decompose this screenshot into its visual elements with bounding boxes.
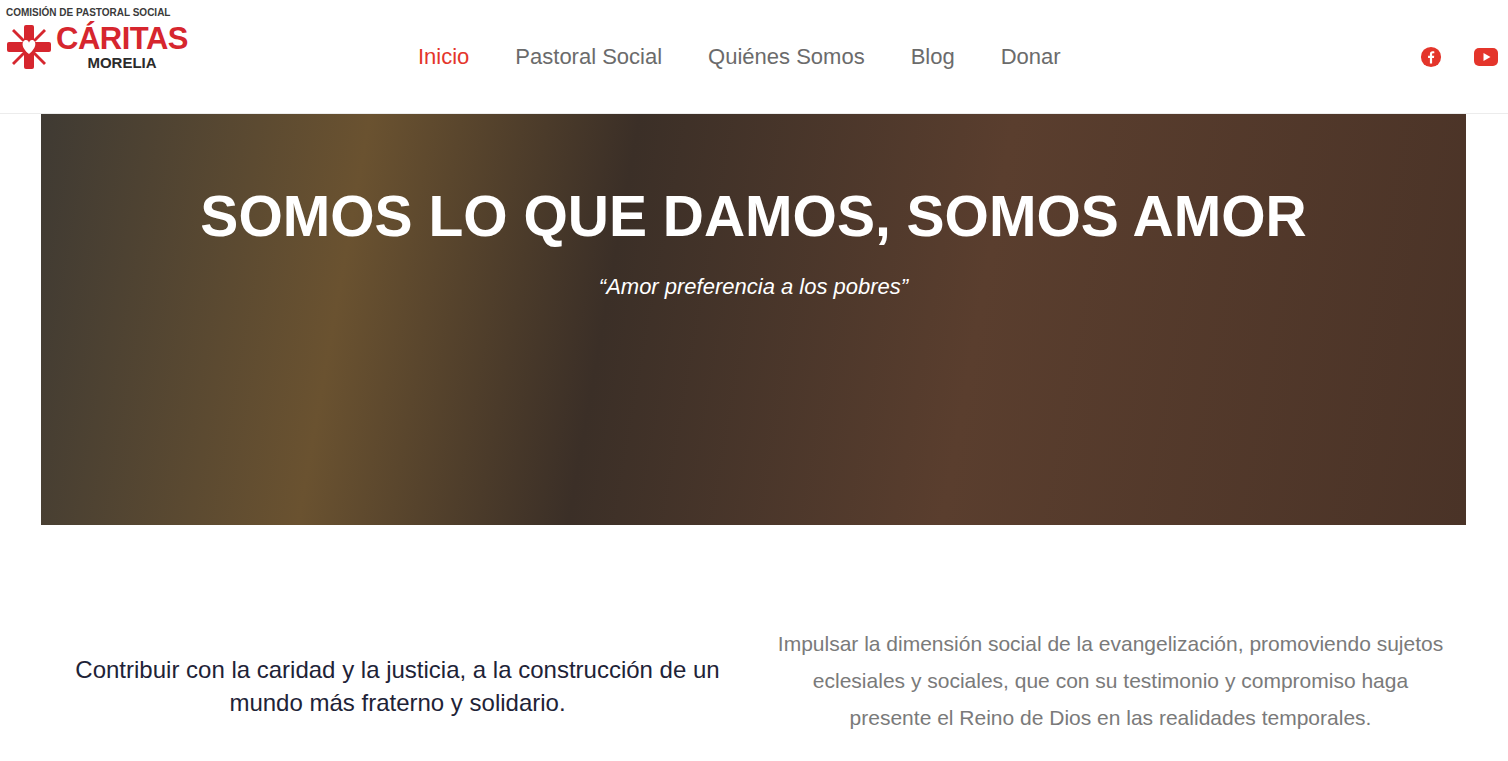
mission-text: Contribuir con la caridad y la justicia,… <box>68 653 728 719</box>
vision-text: Impulsar la dimensión social de la evang… <box>771 625 1451 736</box>
facebook-icon[interactable] <box>1420 46 1442 68</box>
header: COMISIÓN DE PASTORAL SOCIAL CÁRITASMORELI… <box>0 0 1508 114</box>
logo[interactable]: COMISIÓN DE PASTORAL SOCIAL CÁRITASMORELI… <box>6 0 206 71</box>
logo-city: MORELIA <box>87 55 156 71</box>
hero: SOMOS LO QUE DAMOS, SOMOS AMOR “Amor pref… <box>41 114 1466 525</box>
logo-name: CÁRITAS <box>56 23 188 55</box>
social-links <box>1420 46 1502 68</box>
hero-title: SOMOS LO QUE DAMOS, SOMOS AMOR <box>200 184 1306 248</box>
logo-top-text: COMISIÓN DE PASTORAL SOCIAL <box>6 7 206 19</box>
youtube-icon[interactable] <box>1474 48 1498 66</box>
caritas-cross-icon <box>6 23 52 71</box>
nav-item[interactable]: Pastoral Social <box>515 40 662 73</box>
main-nav: Inicio Pastoral Social Quiénes Somos Blog Do… <box>418 40 1061 73</box>
hero-subtitle: “Amor preferencia a los pobres” <box>599 270 908 303</box>
page: COMISIÓN DE PASTORAL SOCIAL CÁRITASMORELI… <box>0 0 1508 761</box>
mission-vision: Contribuir con la caridad y la justicia,… <box>41 525 1467 736</box>
nav-item[interactable]: Donar <box>1001 40 1061 73</box>
nav-item[interactable]: Quiénes Somos <box>708 40 865 73</box>
nav-item[interactable]: Blog <box>911 40 955 73</box>
nav-item[interactable]: Inicio <box>418 40 469 73</box>
